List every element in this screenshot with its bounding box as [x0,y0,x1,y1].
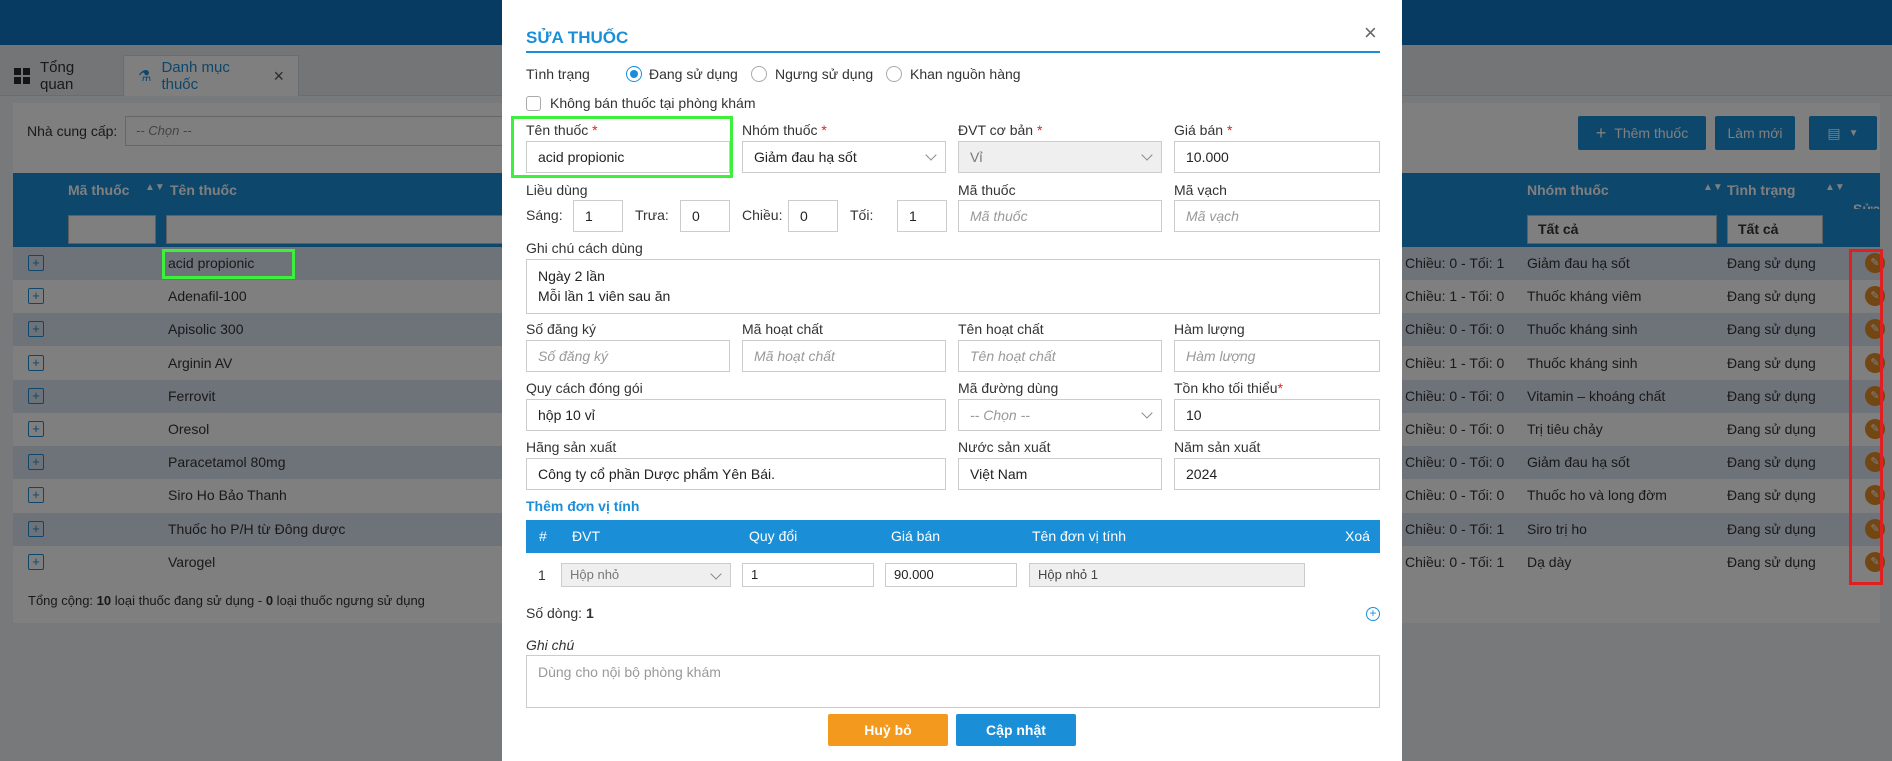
base-unit-label: ĐVT cơ bản * [958,122,1043,138]
morning-label: Sáng: [526,207,563,223]
active-code-label: Mã hoạt chất [742,321,823,337]
content-input[interactable]: Hàm lượng [1174,340,1380,372]
unit-col-price: Giá bán [891,528,941,544]
afternoon-label: Chiều: [742,207,783,223]
status-option-shortage[interactable]: Khan nguồn hàng [910,66,1021,82]
active-code-input[interactable]: Mã hoạt chất [742,340,946,372]
status-radio-active[interactable] [626,66,642,82]
active-name-label: Tên hoạt chất [958,321,1044,337]
drug-group-value: Giảm đau hạ sốt [754,149,857,165]
base-unit-value: Vỉ [970,149,983,165]
chevron-down-icon [1141,407,1153,419]
highlight-edit-column [1849,249,1883,585]
country-input[interactable]: Việt Nam [958,458,1162,490]
registration-label: Số đăng ký [526,321,597,337]
drug-group-select[interactable]: Giảm đau hạ sốt [742,141,946,173]
noon-dose-input[interactable]: 0 [680,200,730,232]
night-label: Tối: [850,207,874,223]
packing-input[interactable]: hộp 10 vỉ [526,399,946,431]
rows-count-value: 1 [585,605,594,621]
no-sale-label: Không bán thuốc tại phòng khám [550,95,756,111]
content-label: Hàm lượng [1174,321,1245,337]
unit-table-header: # ĐVT Quy đổi Giá bán Tên đơn vị tính Xo… [526,520,1380,553]
usage-note-line: Mỗi lần 1 viên sau ăn [538,288,671,304]
no-sale-checkbox[interactable] [526,96,541,111]
modal-title: SỬA THUỐC [526,28,629,47]
unit-col-ratio: Quy đổi [749,528,798,544]
route-label: Mã đường dùng [958,380,1059,396]
usage-note-line: Ngày 2 lần [538,268,605,284]
status-label: Tình trạng [526,66,590,82]
min-stock-input[interactable]: 10 [1174,399,1380,431]
unit-row-unit-select[interactable]: Hộp nhỏ [561,563,731,587]
year-input[interactable]: 2024 [1174,458,1380,490]
unit-col-name: Tên đơn vị tính [1032,528,1127,544]
afternoon-dose-input[interactable]: 0 [788,200,838,232]
base-unit-select: Vỉ [958,141,1162,173]
close-icon[interactable]: × [1364,20,1377,46]
chevron-down-icon [710,568,722,580]
add-unit-link[interactable]: Thêm đơn vị tính [526,498,639,514]
packing-label: Quy cách đóng gói [526,380,643,396]
min-stock-label-text: Tồn kho tối thiểu [1174,380,1278,396]
status-option-active[interactable]: Đang sử dụng [649,66,738,82]
unit-row-name-input[interactable]: Hộp nhỏ 1 [1029,563,1305,587]
registration-input[interactable]: Số đăng ký [526,340,730,372]
edit-drug-modal: SỬA THUỐC × Tình trạng Đang sử dụng Ngưn… [502,0,1402,761]
unit-row-ratio-input[interactable]: 1 [742,563,874,587]
active-name-input[interactable]: Tên hoạt chất [958,340,1162,372]
barcode-input[interactable]: Mã vạch [1174,200,1380,232]
unit-row-price-input[interactable]: 90.000 [885,563,1017,587]
morning-dose-input[interactable]: 1 [573,200,623,232]
chevron-down-icon [1141,149,1153,161]
country-label: Nước sản xuất [958,439,1051,455]
dosage-label: Liều dùng [526,182,588,198]
update-button[interactable]: Cập nhật [956,714,1076,746]
unit-col-unit: ĐVT [572,528,600,544]
highlight-name-cell [162,249,295,279]
chevron-down-icon [925,149,937,161]
usage-note-textarea[interactable]: Ngày 2 lần Mỗi lần 1 viên sau ăn [526,259,1380,314]
price-input[interactable]: 10.000 [1174,141,1380,173]
drug-group-label: Nhóm thuốc * [742,122,827,138]
drug-code-input[interactable]: Mã thuốc [958,200,1162,232]
barcode-label: Mã vạch [1174,182,1227,198]
rows-count-label: Số dòng: [526,605,583,621]
unit-col-index: # [539,528,547,544]
add-row-icon[interactable]: + [1366,607,1380,621]
noon-label: Trưa: [635,207,669,223]
unit-row-index: 1 [538,567,546,583]
maker-label: Hãng sản xuất [526,439,617,455]
unit-col-delete: Xoá [1345,528,1370,544]
status-option-stopped[interactable]: Ngưng sử dụng [775,66,873,82]
title-underline [526,51,1380,53]
base-unit-label-text: ĐVT cơ bản [958,122,1034,138]
year-label: Năm sản xuất [1174,439,1261,455]
unit-row-unit-value: Hộp nhỏ [570,567,620,582]
route-placeholder: -- Chọn -- [970,407,1030,423]
cancel-button[interactable]: Huỷ bỏ [828,714,948,746]
status-radio-stopped[interactable] [751,66,767,82]
route-select[interactable]: -- Chọn -- [958,399,1162,431]
price-label: Giá bán * [1174,122,1233,138]
drug-group-label-text: Nhóm thuốc [742,122,818,138]
drug-code-label: Mã thuốc [958,182,1016,198]
min-stock-label: Tồn kho tối thiểu* [1174,380,1283,396]
night-dose-input[interactable]: 1 [897,200,947,232]
highlight-name-field [511,116,733,178]
rows-count: Số dòng: 1 [526,605,594,621]
maker-input[interactable]: Công ty cổ phần Dược phẩm Yên Bái. [526,458,946,490]
price-label-text: Giá bán [1174,122,1224,138]
status-radio-shortage[interactable] [886,66,902,82]
note-textarea[interactable]: Dùng cho nội bộ phòng khám [526,655,1380,708]
note-label: Ghi chú [526,637,575,653]
usage-note-label: Ghi chú cách dùng [526,240,643,256]
